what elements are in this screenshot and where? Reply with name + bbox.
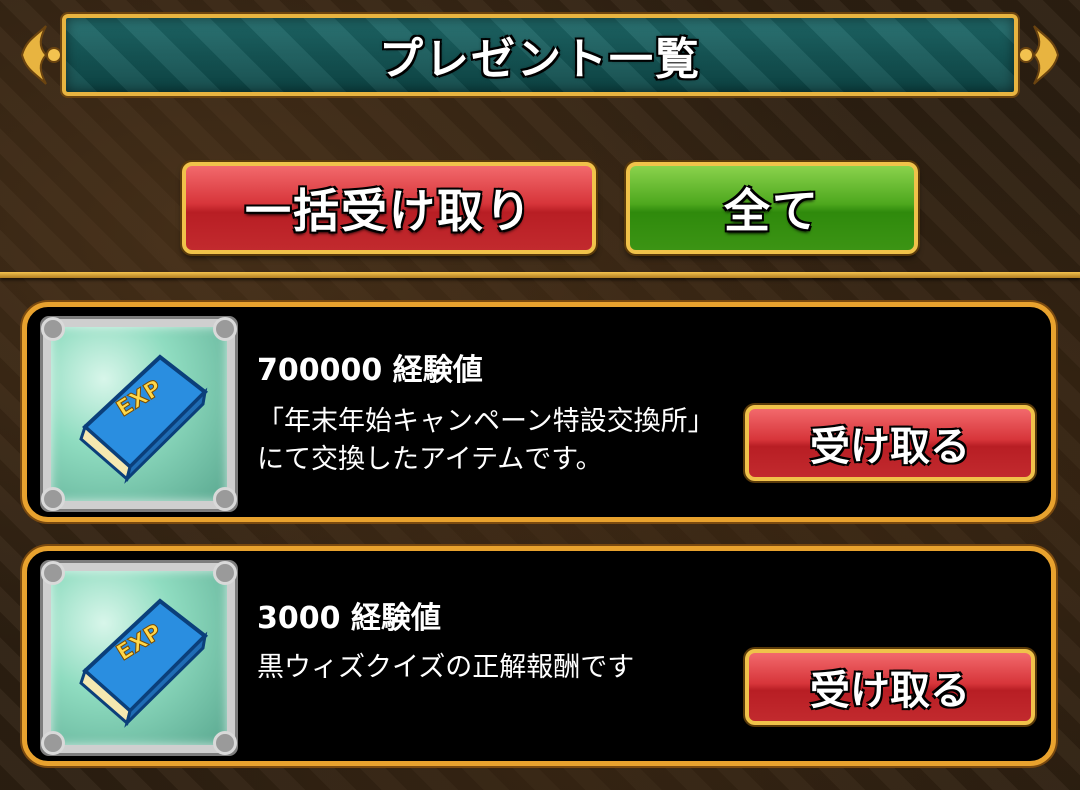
frame-knob [213, 561, 237, 585]
item-name: 700000 経験値 [257, 353, 483, 388]
show-all-button[interactable]: 全て [626, 162, 918, 254]
frame-knob [41, 317, 65, 341]
list-divider [0, 272, 1080, 278]
item-description: 「年末年始キャンペーン特設交換所」にて交換したアイテムです。 [257, 406, 715, 475]
item-description: 黒ウィズクイズの正解報酬です [257, 652, 635, 683]
frame-knob [41, 731, 65, 755]
frame-knob [213, 317, 237, 341]
item-name: 3000 経験値 [257, 601, 441, 636]
present-item: EXP 3000 経験値 黒ウィズクイズの正解報酬です 受け取る [22, 546, 1056, 766]
item-icon-frame: EXP [40, 316, 238, 512]
frame-knob [213, 731, 237, 755]
receive-button[interactable]: 受け取る [745, 405, 1035, 481]
exp-book-icon: EXP [79, 598, 209, 728]
item-icon-frame: EXP [40, 560, 238, 756]
title-banner: プレゼント一覧 [62, 14, 1018, 96]
page-title: プレゼント一覧 [379, 34, 701, 85]
frame-knob [213, 487, 237, 511]
present-item: EXP 700000 経験値 「年末年始キャンペーン特設交換所」にて交換したアイ… [22, 302, 1056, 522]
receive-button[interactable]: 受け取る [745, 649, 1035, 725]
claim-all-button[interactable]: 一括受け取り [182, 162, 596, 254]
frame-knob [41, 561, 65, 585]
exp-book-icon: EXP [79, 354, 209, 484]
frame-knob [41, 487, 65, 511]
